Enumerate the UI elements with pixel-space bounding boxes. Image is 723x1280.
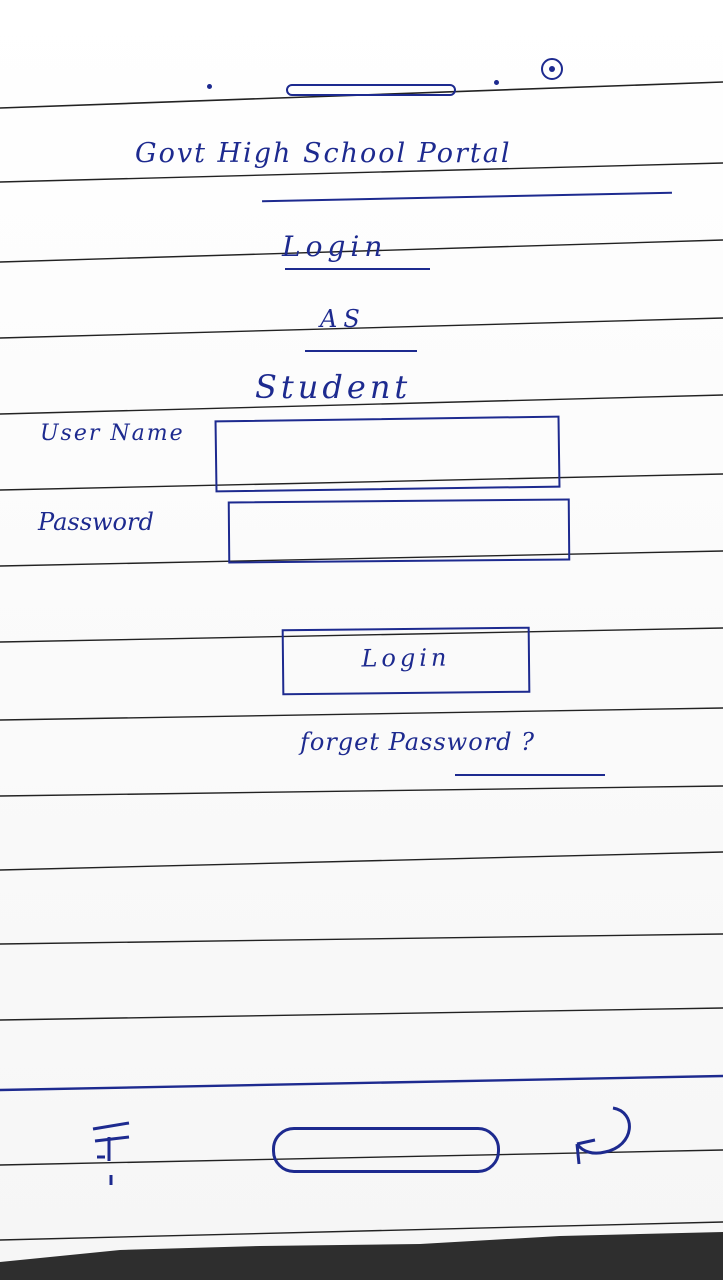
camera-icon: [541, 58, 563, 80]
status-dot-icon: [207, 84, 212, 89]
phone-screen: Govt High School Portal Login AS Student…: [0, 0, 723, 1280]
status-dot-icon: [494, 80, 499, 85]
password-input[interactable]: [227, 498, 571, 564]
menu-icon[interactable]: [85, 1115, 135, 1187]
forgot-password-underline: [455, 774, 605, 776]
role-heading: Student: [255, 368, 412, 406]
speaker-bar-icon: [286, 84, 456, 96]
login-heading-underline: [285, 268, 430, 270]
as-heading: AS: [320, 305, 366, 333]
login-button[interactable]: Login: [281, 626, 531, 696]
username-input[interactable]: [214, 415, 561, 493]
forgot-password-link[interactable]: forget Password ?: [300, 728, 535, 756]
password-label: Password: [38, 508, 154, 536]
home-icon[interactable]: [272, 1127, 500, 1173]
login-heading: Login: [282, 230, 388, 263]
username-label: User Name: [40, 421, 185, 446]
page-title: Govt High School Portal: [135, 138, 512, 169]
back-icon[interactable]: [565, 1100, 645, 1170]
as-heading-underline: [305, 350, 417, 352]
